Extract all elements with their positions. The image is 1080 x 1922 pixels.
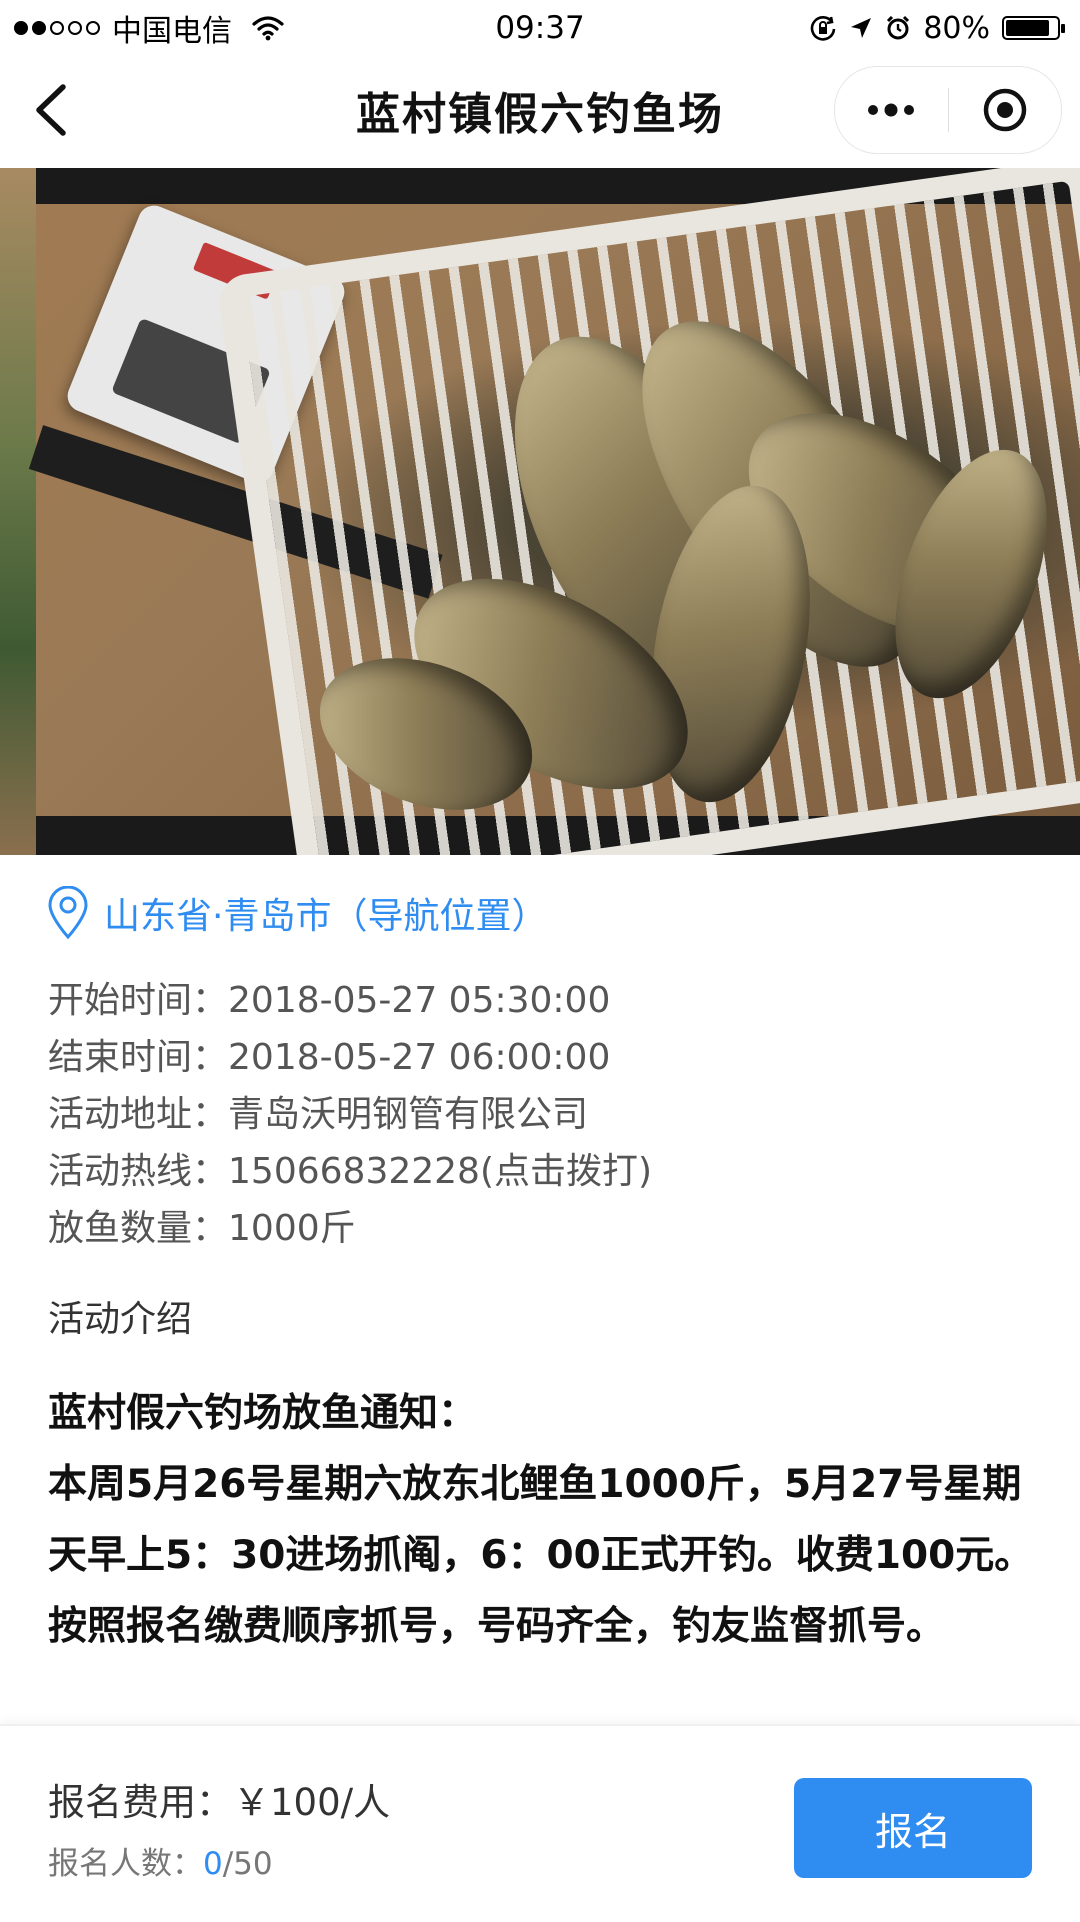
address-label: 活动地址： <box>48 1094 229 1135</box>
nav-bar: 蓝村镇假六钓鱼场 <box>0 56 1080 166</box>
signup-count-total: /50 <box>222 1846 273 1882</box>
carrier-name: 中国电信 <box>112 14 232 49</box>
intro-section-label: 活动介绍 <box>48 1299 193 1340</box>
intro-heading: 蓝村假六钓场放鱼通知： <box>48 1391 478 1436</box>
target-circle-icon <box>982 87 1028 133</box>
start-time-label: 开始时间： <box>48 980 229 1021</box>
fish-amount-row: 放鱼数量：1000斤 <box>48 1200 652 1257</box>
location-arrow-icon <box>849 16 873 40</box>
image-carousel[interactable] <box>0 168 1080 855</box>
signup-count-label: 报名人数： <box>48 1846 203 1882</box>
hotline-value[interactable]: 15066832228(点击拨打) <box>228 1151 652 1192</box>
status-left: 中国电信 <box>0 6 284 50</box>
fee-value: ￥100/人 <box>233 1781 391 1824</box>
hotline-row[interactable]: 活动热线：15066832228(点击拨打) <box>48 1143 652 1200</box>
address-row: 活动地址：青岛沃明钢管有限公司 <box>48 1086 652 1143</box>
previous-slide-peek <box>0 168 36 855</box>
battery-icon <box>1002 16 1065 40</box>
fee-label: 报名费用： <box>48 1781 233 1824</box>
end-time-value: 2018-05-27 06:00:00 <box>228 1037 611 1078</box>
mini-program-capsule <box>834 66 1062 154</box>
battery-percent: 80% <box>923 10 990 46</box>
hotline-label: 活动热线： <box>48 1151 229 1192</box>
signal-dots-icon <box>14 21 100 35</box>
address-value: 青岛沃明钢管有限公司 <box>228 1094 589 1135</box>
alarm-icon <box>885 15 911 41</box>
signup-count: 报名人数：0/50 <box>48 1838 273 1883</box>
event-info: 开始时间：2018-05-27 05:30:00 结束时间：2018-05-27… <box>48 972 652 1257</box>
map-pin-icon <box>46 886 90 940</box>
intro-content: 蓝村假六钓场放鱼通知： 本周5月26号星期六放东北鲤鱼1000斤，5月27号星期… <box>48 1378 1038 1662</box>
intro-text: 本周5月26号星期六放东北鲤鱼1000斤，5月27号星期天早上5：30进场抓阄，… <box>48 1462 1034 1649</box>
signup-footer: 报名费用：￥100/人 报名人数：0/50 报名 <box>0 1724 1080 1922</box>
end-time-row: 结束时间：2018-05-27 06:00:00 <box>48 1029 652 1086</box>
signup-button[interactable]: 报名 <box>794 1778 1032 1878</box>
fish-amount-label: 放鱼数量： <box>48 1208 229 1249</box>
wifi-icon <box>252 15 284 41</box>
rotation-lock-icon <box>809 14 837 42</box>
status-bar: 中国电信 09:37 80% <box>0 0 1080 56</box>
fish-basket-photo <box>28 168 1080 855</box>
signup-count-current: 0 <box>203 1846 223 1882</box>
location-text: 山东省·青岛市（导航位置） <box>104 896 548 937</box>
more-button[interactable] <box>835 67 948 153</box>
start-time-value: 2018-05-27 05:30:00 <box>228 980 611 1021</box>
status-right: 80% <box>809 11 1080 46</box>
fee-info: 报名费用：￥100/人 <box>48 1772 390 1826</box>
fish-amount-value: 1000斤 <box>228 1208 356 1249</box>
close-button[interactable] <box>949 67 1062 153</box>
end-time-label: 结束时间： <box>48 1037 229 1078</box>
location-link[interactable]: 山东省·青岛市（导航位置） <box>46 886 547 940</box>
start-time-row: 开始时间：2018-05-27 05:30:00 <box>48 972 652 1029</box>
more-dots-icon <box>866 103 916 117</box>
